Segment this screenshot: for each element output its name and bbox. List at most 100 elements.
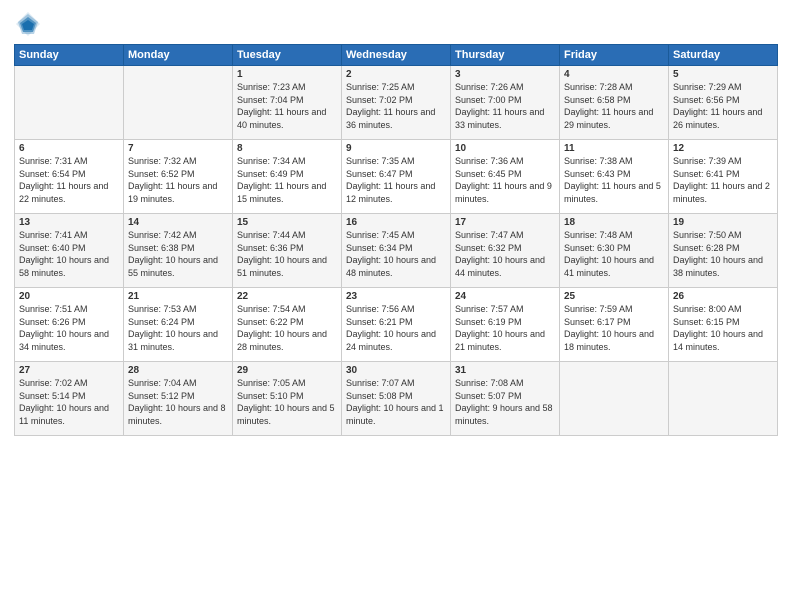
day-info: Sunrise: 7:41 AMSunset: 6:40 PMDaylight:… [19,229,119,279]
day-info: Sunrise: 7:05 AMSunset: 5:10 PMDaylight:… [237,377,337,427]
day-info: Sunrise: 7:45 AMSunset: 6:34 PMDaylight:… [346,229,446,279]
day-info: Sunrise: 7:38 AMSunset: 6:43 PMDaylight:… [564,155,664,205]
day-number: 27 [19,365,119,376]
day-number: 1 [237,69,337,80]
day-info: Sunrise: 7:32 AMSunset: 6:52 PMDaylight:… [128,155,228,205]
day-info: Sunrise: 7:34 AMSunset: 6:49 PMDaylight:… [237,155,337,205]
header-cell-monday: Monday [124,45,233,66]
day-info: Sunrise: 7:57 AMSunset: 6:19 PMDaylight:… [455,303,555,353]
day-number: 29 [237,365,337,376]
day-cell [124,66,233,140]
day-info: Sunrise: 7:29 AMSunset: 6:56 PMDaylight:… [673,81,773,131]
day-cell: 11Sunrise: 7:38 AMSunset: 6:43 PMDayligh… [560,140,669,214]
day-number: 23 [346,291,446,302]
header [14,10,778,38]
day-cell: 4Sunrise: 7:28 AMSunset: 6:58 PMDaylight… [560,66,669,140]
day-info: Sunrise: 7:56 AMSunset: 6:21 PMDaylight:… [346,303,446,353]
day-cell: 24Sunrise: 7:57 AMSunset: 6:19 PMDayligh… [451,288,560,362]
day-cell: 22Sunrise: 7:54 AMSunset: 6:22 PMDayligh… [233,288,342,362]
day-info: Sunrise: 7:44 AMSunset: 6:36 PMDaylight:… [237,229,337,279]
day-number: 18 [564,217,664,228]
day-cell: 21Sunrise: 7:53 AMSunset: 6:24 PMDayligh… [124,288,233,362]
day-info: Sunrise: 7:02 AMSunset: 5:14 PMDaylight:… [19,377,119,427]
day-number: 4 [564,69,664,80]
day-number: 13 [19,217,119,228]
day-cell [669,362,778,436]
day-cell: 1Sunrise: 7:23 AMSunset: 7:04 PMDaylight… [233,66,342,140]
day-cell [560,362,669,436]
week-row-4: 20Sunrise: 7:51 AMSunset: 6:26 PMDayligh… [15,288,778,362]
day-info: Sunrise: 7:48 AMSunset: 6:30 PMDaylight:… [564,229,664,279]
day-cell: 8Sunrise: 7:34 AMSunset: 6:49 PMDaylight… [233,140,342,214]
header-cell-friday: Friday [560,45,669,66]
day-cell [15,66,124,140]
day-number: 24 [455,291,555,302]
day-number: 14 [128,217,228,228]
day-info: Sunrise: 7:08 AMSunset: 5:07 PMDaylight:… [455,377,555,427]
day-number: 28 [128,365,228,376]
day-cell: 5Sunrise: 7:29 AMSunset: 6:56 PMDaylight… [669,66,778,140]
day-number: 9 [346,143,446,154]
week-row-2: 6Sunrise: 7:31 AMSunset: 6:54 PMDaylight… [15,140,778,214]
day-cell: 23Sunrise: 7:56 AMSunset: 6:21 PMDayligh… [342,288,451,362]
header-cell-saturday: Saturday [669,45,778,66]
day-cell: 10Sunrise: 7:36 AMSunset: 6:45 PMDayligh… [451,140,560,214]
day-cell: 16Sunrise: 7:45 AMSunset: 6:34 PMDayligh… [342,214,451,288]
day-info: Sunrise: 7:39 AMSunset: 6:41 PMDaylight:… [673,155,773,205]
day-cell: 18Sunrise: 7:48 AMSunset: 6:30 PMDayligh… [560,214,669,288]
header-row: SundayMondayTuesdayWednesdayThursdayFrid… [15,45,778,66]
day-info: Sunrise: 7:26 AMSunset: 7:00 PMDaylight:… [455,81,555,131]
day-cell: 2Sunrise: 7:25 AMSunset: 7:02 PMDaylight… [342,66,451,140]
day-info: Sunrise: 7:35 AMSunset: 6:47 PMDaylight:… [346,155,446,205]
day-number: 25 [564,291,664,302]
week-row-5: 27Sunrise: 7:02 AMSunset: 5:14 PMDayligh… [15,362,778,436]
day-info: Sunrise: 7:42 AMSunset: 6:38 PMDaylight:… [128,229,228,279]
day-number: 11 [564,143,664,154]
header-cell-wednesday: Wednesday [342,45,451,66]
day-number: 12 [673,143,773,154]
day-number: 6 [19,143,119,154]
logo [14,10,44,38]
day-number: 3 [455,69,555,80]
day-cell: 28Sunrise: 7:04 AMSunset: 5:12 PMDayligh… [124,362,233,436]
day-info: Sunrise: 7:51 AMSunset: 6:26 PMDaylight:… [19,303,119,353]
day-cell: 30Sunrise: 7:07 AMSunset: 5:08 PMDayligh… [342,362,451,436]
day-info: Sunrise: 7:47 AMSunset: 6:32 PMDaylight:… [455,229,555,279]
day-cell: 6Sunrise: 7:31 AMSunset: 6:54 PMDaylight… [15,140,124,214]
day-info: Sunrise: 7:28 AMSunset: 6:58 PMDaylight:… [564,81,664,131]
day-number: 17 [455,217,555,228]
logo-icon [14,10,42,38]
day-info: Sunrise: 7:59 AMSunset: 6:17 PMDaylight:… [564,303,664,353]
day-number: 30 [346,365,446,376]
day-cell: 20Sunrise: 7:51 AMSunset: 6:26 PMDayligh… [15,288,124,362]
header-cell-sunday: Sunday [15,45,124,66]
day-cell: 3Sunrise: 7:26 AMSunset: 7:00 PMDaylight… [451,66,560,140]
day-cell: 13Sunrise: 7:41 AMSunset: 6:40 PMDayligh… [15,214,124,288]
day-info: Sunrise: 7:04 AMSunset: 5:12 PMDaylight:… [128,377,228,427]
day-number: 20 [19,291,119,302]
day-cell: 31Sunrise: 7:08 AMSunset: 5:07 PMDayligh… [451,362,560,436]
day-info: Sunrise: 7:53 AMSunset: 6:24 PMDaylight:… [128,303,228,353]
day-info: Sunrise: 7:36 AMSunset: 6:45 PMDaylight:… [455,155,555,205]
day-info: Sunrise: 7:07 AMSunset: 5:08 PMDaylight:… [346,377,446,427]
day-number: 5 [673,69,773,80]
header-cell-tuesday: Tuesday [233,45,342,66]
day-cell: 9Sunrise: 7:35 AMSunset: 6:47 PMDaylight… [342,140,451,214]
day-cell: 29Sunrise: 7:05 AMSunset: 5:10 PMDayligh… [233,362,342,436]
page: SundayMondayTuesdayWednesdayThursdayFrid… [0,0,792,612]
day-number: 7 [128,143,228,154]
day-info: Sunrise: 7:25 AMSunset: 7:02 PMDaylight:… [346,81,446,131]
week-row-1: 1Sunrise: 7:23 AMSunset: 7:04 PMDaylight… [15,66,778,140]
day-number: 15 [237,217,337,228]
day-number: 22 [237,291,337,302]
day-info: Sunrise: 7:31 AMSunset: 6:54 PMDaylight:… [19,155,119,205]
header-cell-thursday: Thursday [451,45,560,66]
day-number: 2 [346,69,446,80]
day-info: Sunrise: 8:00 AMSunset: 6:15 PMDaylight:… [673,303,773,353]
day-cell: 27Sunrise: 7:02 AMSunset: 5:14 PMDayligh… [15,362,124,436]
day-number: 21 [128,291,228,302]
day-cell: 17Sunrise: 7:47 AMSunset: 6:32 PMDayligh… [451,214,560,288]
day-info: Sunrise: 7:23 AMSunset: 7:04 PMDaylight:… [237,81,337,131]
week-row-3: 13Sunrise: 7:41 AMSunset: 6:40 PMDayligh… [15,214,778,288]
day-cell: 7Sunrise: 7:32 AMSunset: 6:52 PMDaylight… [124,140,233,214]
